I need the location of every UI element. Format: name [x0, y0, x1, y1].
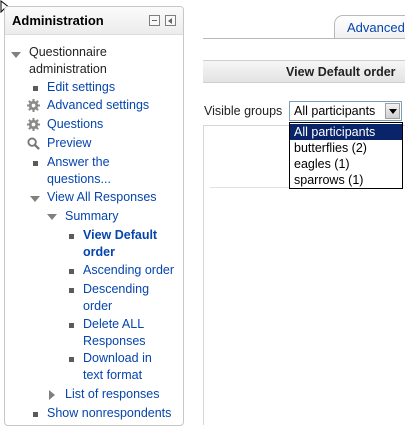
tab-advanced[interactable]: Advanced	[334, 15, 405, 39]
visible-groups-select[interactable]: All participants	[289, 101, 402, 121]
dock-icon[interactable]	[149, 15, 160, 26]
groups-dropdown: All participants butterflies (2) eagles …	[289, 122, 403, 189]
tab-label: Advanced	[347, 20, 405, 35]
summary-link[interactable]: Summary	[65, 208, 118, 225]
view-all-responses-link[interactable]: View All Responses	[47, 189, 157, 206]
download-text-format-link[interactable]: Download in text format	[83, 350, 163, 384]
page-title: View Default order	[286, 65, 396, 79]
answer-questions-link[interactable]: Answer the questions...	[47, 154, 147, 188]
bullet-icon	[69, 288, 74, 293]
delete-all-responses-link[interactable]: Delete ALL Responses	[83, 316, 163, 350]
bullet-icon	[69, 269, 74, 274]
bullet-icon	[69, 323, 74, 328]
tab-divider	[203, 38, 405, 39]
divider	[210, 187, 290, 188]
block-header: Administration	[5, 7, 183, 35]
select-value: All participants	[294, 104, 376, 118]
advanced-settings-link[interactable]: Advanced settings	[47, 97, 149, 114]
collapsed-arrow-icon[interactable]	[49, 390, 55, 400]
questions-link[interactable]: Questions	[47, 116, 103, 133]
group-option[interactable]: All participants	[290, 124, 402, 140]
gear-icon	[27, 118, 40, 131]
block-title: Administration	[12, 13, 104, 28]
page-title-bar: View Default order	[203, 60, 405, 83]
list-of-responses-link[interactable]: List of responses	[65, 386, 160, 403]
descending-order-link[interactable]: Descending order	[83, 281, 158, 315]
edit-settings-link[interactable]: Edit settings	[47, 79, 115, 96]
expanded-arrow-icon[interactable]	[30, 196, 40, 202]
chevron-down-icon[interactable]	[385, 103, 400, 119]
group-option[interactable]: sparrows (1)	[290, 172, 402, 188]
tree-item-questionnaire-admin[interactable]: Questionnaire administration	[29, 44, 179, 78]
expanded-arrow-icon[interactable]	[11, 52, 21, 58]
expanded-arrow-icon[interactable]	[47, 214, 57, 220]
bullet-icon	[69, 357, 74, 362]
bullet-icon	[69, 234, 74, 239]
visible-groups-label: Visible groups	[204, 104, 283, 118]
bullet-icon	[33, 86, 38, 91]
group-option[interactable]: butterflies (2)	[290, 140, 402, 156]
view-default-order-link[interactable]: View Default order	[83, 227, 178, 261]
move-icon[interactable]	[165, 15, 176, 26]
preview-link[interactable]: Preview	[47, 135, 91, 152]
bullet-icon	[33, 412, 38, 417]
ascending-order-link[interactable]: Ascending order	[83, 262, 180, 279]
gear-icon	[27, 99, 40, 112]
group-option[interactable]: eagles (1)	[290, 156, 402, 172]
magnifier-icon	[27, 137, 40, 150]
show-nonrespondents-link[interactable]: Show nonrespondents	[47, 405, 182, 422]
bullet-icon	[33, 161, 38, 166]
